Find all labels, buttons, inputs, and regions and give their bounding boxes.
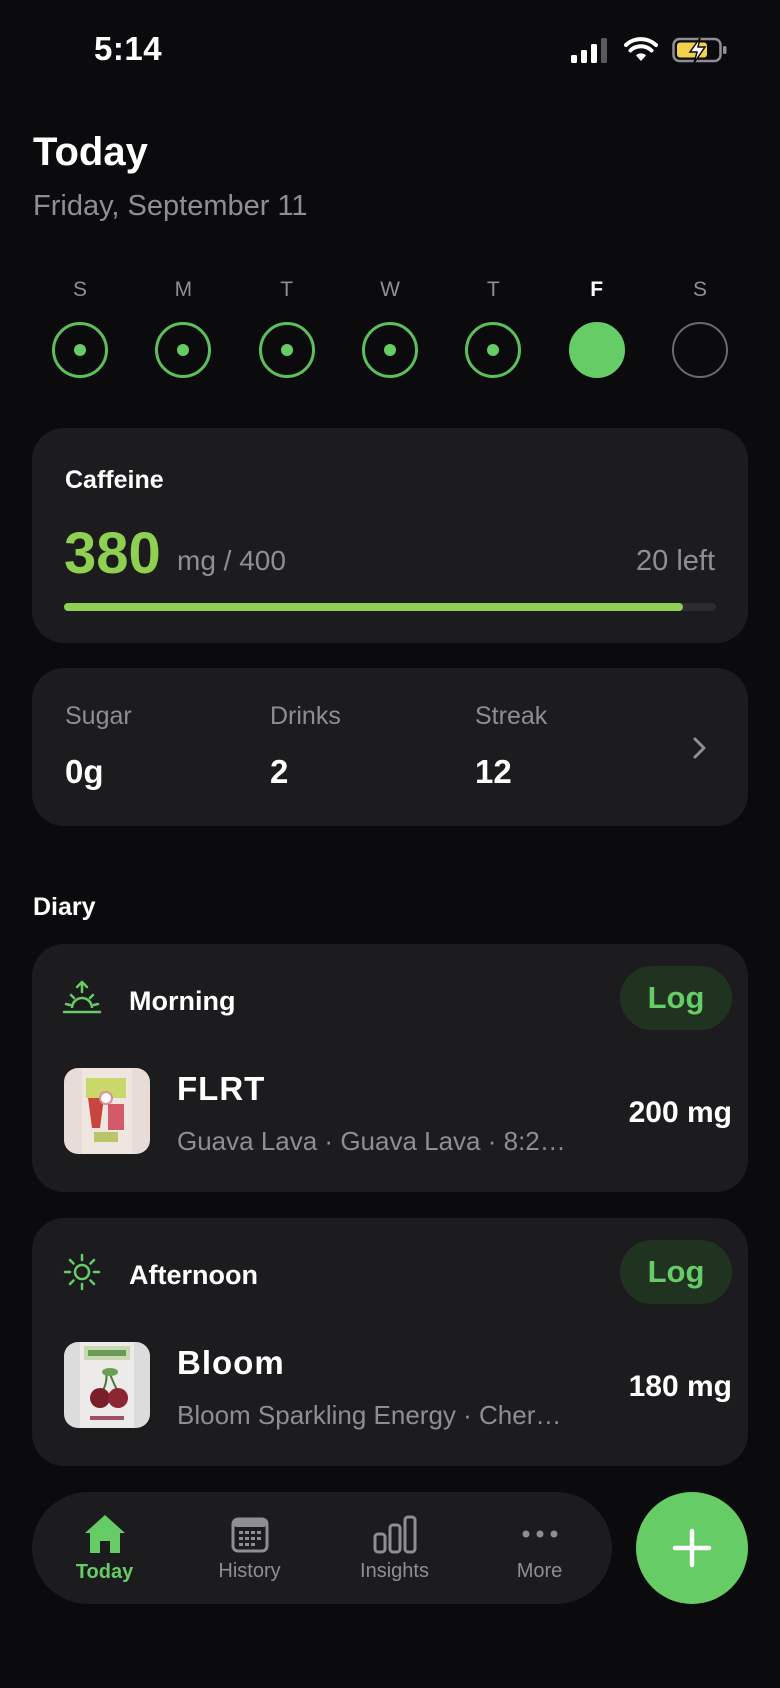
ellipsis-icon — [522, 1530, 557, 1537]
stat-drinks: Drinks 2 — [270, 702, 341, 791]
bloom-can-image — [64, 1342, 150, 1428]
page-title: Today — [33, 130, 148, 174]
tab-more[interactable]: More — [467, 1492, 612, 1604]
caffeine-remaining: 20 left — [636, 545, 715, 577]
tab-history[interactable]: History — [177, 1492, 322, 1604]
drink-details: Guava Lava · Guava Lava · 8:2… — [177, 1126, 566, 1156]
day-ring-logged[interactable] — [52, 322, 108, 378]
meal-section-morning: Morning Log FLRT Guava Lava · Guava Lava… — [32, 944, 748, 1192]
day-ring-today[interactable] — [568, 322, 625, 378]
tab-label: More — [516, 1559, 563, 1582]
signal-icon — [571, 38, 607, 63]
tab-insights[interactable]: Insights — [322, 1492, 467, 1604]
drink-name[interactable]: Bloom — [177, 1344, 285, 1382]
stat-value: 2 — [270, 753, 289, 790]
day-ring-logged[interactable] — [465, 322, 522, 378]
caffeine-value: 380 — [64, 521, 161, 586]
status-icons — [570, 36, 728, 64]
tab-label: History — [218, 1559, 281, 1582]
day-friday[interactable]: F — [567, 278, 627, 378]
meal-title: Afternoon — [129, 1260, 258, 1290]
tab-bar: Today History Insights More — [32, 1492, 612, 1604]
caffeine-limit: mg / 400 — [177, 545, 286, 576]
day-letter: M — [174, 278, 193, 301]
diary-heading: Diary — [33, 893, 96, 921]
day-letter: S — [692, 278, 707, 301]
caffeine-label: Caffeine — [65, 466, 164, 494]
stat-label: Streak — [475, 702, 548, 730]
sun-icon — [63, 1253, 101, 1291]
drink-caffeine: 180 mg — [628, 1370, 732, 1403]
home-icon — [84, 1514, 125, 1553]
drink-name[interactable]: FLRT — [177, 1070, 265, 1108]
tab-today[interactable]: Today — [32, 1492, 177, 1604]
caffeine-progress-fill — [64, 603, 684, 611]
sunrise-icon — [62, 980, 102, 1014]
day-saturday[interactable]: S — [670, 278, 730, 378]
bar-chart-icon — [373, 1515, 416, 1553]
stats-card[interactable]: Sugar 0g Drinks 2 Streak 12 — [32, 668, 748, 826]
meal-title: Morning — [129, 986, 236, 1016]
day-ring-empty[interactable] — [671, 322, 728, 378]
day-letter: T — [280, 278, 294, 301]
day-ring-logged[interactable] — [155, 322, 212, 378]
log-button[interactable]: Log — [620, 1240, 732, 1304]
calendar-icon — [231, 1517, 268, 1552]
week-strip: S M T W T F S — [32, 278, 748, 378]
day-sunday[interactable]: S — [50, 278, 110, 378]
stat-value: 0g — [65, 753, 104, 790]
add-drink-button[interactable] — [636, 1492, 748, 1604]
stat-streak: Streak 12 — [475, 702, 547, 791]
day-wednesday[interactable]: W — [360, 278, 420, 378]
stat-value: 12 — [475, 753, 512, 790]
caffeine-card[interactable]: Caffeine 380 mg / 400 20 left — [32, 428, 748, 643]
day-tuesday[interactable]: T — [257, 278, 317, 378]
chevron-right-icon[interactable] — [692, 736, 708, 760]
drink-details: Bloom Sparkling Energy · Cher… — [177, 1400, 562, 1430]
day-ring-logged[interactable] — [361, 322, 418, 378]
day-letter: S — [72, 278, 87, 301]
meal-section-afternoon: Afternoon Log Bloom Bloom Sparkling Ener… — [32, 1218, 748, 1466]
stat-label: Sugar — [65, 702, 132, 730]
tab-label: Insights — [360, 1559, 429, 1582]
wifi-icon — [624, 37, 658, 61]
log-button[interactable]: Log — [620, 966, 732, 1030]
page-date: Friday, September 11 — [33, 190, 308, 222]
day-ring-logged[interactable] — [258, 322, 315, 378]
tab-label: Today — [75, 1560, 134, 1583]
day-letter: T — [486, 278, 500, 301]
plus-icon — [672, 1528, 712, 1568]
stat-label: Drinks — [270, 702, 341, 730]
stat-sugar: Sugar 0g — [65, 702, 132, 791]
flrt-can-image — [64, 1068, 150, 1154]
drink-caffeine: 200 mg — [628, 1096, 732, 1129]
status-time: 5:14 — [94, 30, 163, 67]
day-letter: W — [380, 278, 400, 301]
day-thursday[interactable]: T — [463, 278, 523, 378]
day-letter: F — [590, 278, 604, 301]
caffeine-progress-bar — [64, 603, 716, 611]
battery-charging-icon — [672, 37, 727, 64]
day-monday[interactable]: M — [153, 278, 213, 378]
